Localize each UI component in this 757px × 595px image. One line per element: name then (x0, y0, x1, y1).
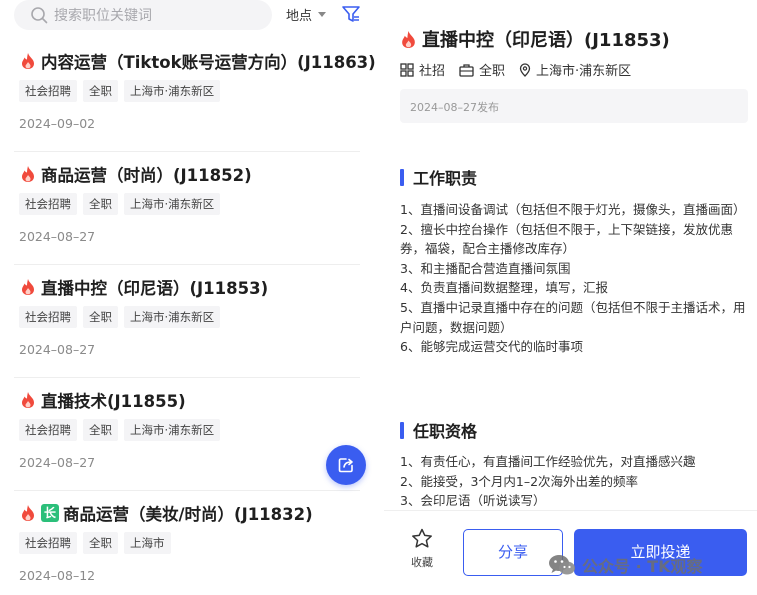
requirements-heading: 任职资格 (400, 418, 477, 442)
tag-job-type: 全职 (83, 419, 118, 441)
tag-job-type: 全职 (83, 80, 118, 102)
recruit-type: 社招 (419, 64, 446, 79)
filter-icon[interactable] (341, 4, 361, 24)
tag-job-type: 全职 (83, 306, 118, 328)
tag-location: 上海市·浦东新区 (124, 80, 221, 102)
duty-item: 4、负责直播间数据整理，填写，汇报 (400, 280, 608, 296)
job-title: 直播技术(J11855) (41, 392, 186, 411)
grid-icon (400, 62, 414, 77)
job-tags: 社会招聘 全职 上海市·浦东新区 (19, 80, 226, 102)
hot-flame-icon (22, 392, 34, 408)
tag-recruit-type: 社会招聘 (19, 532, 77, 554)
hot-flame-icon (22, 166, 34, 182)
job-date: 2024–08–27 (19, 455, 96, 470)
job-item[interactable]: 长 商品运营（美妆/时尚）(J11832) 社会招聘 全职 上海市 2024–0… (14, 492, 360, 595)
tag-job-type: 全职 (83, 532, 118, 554)
briefcase-icon (459, 63, 474, 77)
tag-recruit-type: 社会招聘 (19, 419, 77, 441)
job-item[interactable]: 内容运营（Tiktok账号运营方向）(J11863) 社会招聘 全职 上海市·浦… (14, 40, 376, 152)
hot-flame-icon (22, 505, 34, 521)
search-icon (31, 7, 48, 24)
tag-recruit-type: 社会招聘 (19, 80, 77, 102)
tag-location: 上海市·浦东新区 (124, 419, 221, 441)
share-fab-button[interactable] (326, 445, 366, 485)
requirement-item: 3、会印尼语（听说读写） (400, 493, 546, 509)
publish-date-box: 2024–08–27发布 (400, 89, 748, 123)
job-tags: 社会招聘 全职 上海市·浦东新区 (19, 306, 226, 328)
duty-item: 2、擅长中控台操作（包括但不限于，上下架链接，发放优惠券，福袋，配合主播修改库存… (400, 221, 733, 257)
requirement-item: 2、能接受，3个月内1–2次海外出差的频率 (400, 473, 639, 489)
requirements-list: 1、有责任心，有直播间工作经验优先，对直播感兴趣 2、能接受，3个月内1–2次海… (400, 452, 750, 511)
location-filter[interactable]: 地点 (286, 5, 327, 24)
section-accent-bar (400, 168, 404, 186)
favorite-label: 收藏 (411, 556, 433, 569)
duty-item: 3、和主播配合营造直播间氛围 (400, 260, 571, 276)
job-title: 直播中控（印尼语）(J11853) (41, 279, 269, 298)
tag-job-type: 全职 (83, 193, 118, 215)
duties-list: 1、直播间设备调试（包括但不限于灯光，摄像头，直播画面） 2、擅长中控台操作（包… (400, 200, 750, 357)
section-accent-bar (400, 421, 404, 439)
detail-meta: 社招 全职 上海市·浦东新区 (400, 60, 645, 79)
detail-title-row: 直播中控（印尼语）(J11853) (400, 26, 670, 52)
long-term-badge: 长 (41, 504, 59, 522)
share-icon (338, 458, 353, 473)
job-type: 全职 (479, 64, 506, 79)
favorite-button[interactable]: 收藏 (407, 528, 437, 570)
hot-flame-icon (22, 279, 34, 295)
job-item[interactable]: 直播中控（印尼语）(J11853) 社会招聘 全职 上海市·浦东新区 2024–… (14, 266, 360, 378)
job-tags: 社会招聘 全职 上海市·浦东新区 (19, 419, 226, 441)
tag-recruit-type: 社会招聘 (19, 193, 77, 215)
duty-item: 6、能够完成运营交代的临时事项 (400, 339, 583, 355)
job-date: 2024–08–12 (19, 568, 96, 583)
requirement-item: 1、有责任心，有直播间工作经验优先，对直播感兴趣 (400, 454, 696, 469)
tag-location: 上海市·浦东新区 (124, 306, 221, 328)
search-placeholder: 搜索职位关键词 (54, 8, 152, 24)
duties-heading: 工作职责 (400, 165, 477, 189)
star-icon (412, 528, 432, 548)
job-list-pane: 搜索职位关键词 地点 内容运营（Tiktok账号运营方向）(J11863) 社会… (0, 0, 376, 595)
hot-flame-icon (402, 30, 415, 48)
job-title: 商品运营（美妆/时尚）(J11832) (63, 505, 313, 524)
duty-item: 5、直播中记录直播中存在的问题（包括但不限于主播话术，用户问题，数据问题） (400, 299, 746, 335)
job-tags: 社会招聘 全职 上海市·浦东新区 (19, 193, 226, 215)
search-row: 搜索职位关键词 地点 (14, 0, 364, 30)
detail-title: 直播中控（印尼语）(J11853) (422, 30, 670, 51)
job-date: 2024–09–02 (19, 116, 96, 131)
chevron-down-icon (318, 12, 327, 17)
job-item[interactable]: 商品运营（时尚）(J11852) 社会招聘 全职 上海市·浦东新区 2024–0… (14, 153, 360, 265)
job-detail-pane: 直播中控（印尼语）(J11853) 社招 全职 上海市·浦东新区 2024–08… (384, 0, 757, 595)
hot-flame-icon (22, 53, 34, 69)
job-tags: 社会招聘 全职 上海市 (19, 532, 177, 554)
watermark: 公众号 · TK观察 (548, 553, 703, 577)
tag-recruit-type: 社会招聘 (19, 306, 77, 328)
wechat-icon (549, 555, 575, 575)
job-title: 商品运营（时尚）(J11852) (41, 166, 252, 185)
location: 上海市·浦东新区 (536, 64, 632, 79)
job-title: 内容运营（Tiktok账号运营方向）(J11863) (41, 53, 376, 72)
publish-date: 2024–08–27发布 (410, 101, 499, 114)
watermark-text: 公众号 · TK观察 (582, 557, 703, 576)
search-input[interactable]: 搜索职位关键词 (14, 0, 272, 30)
location-pin-icon (519, 62, 531, 77)
location-filter-label: 地点 (286, 9, 313, 24)
job-item[interactable]: 直播技术(J11855) 社会招聘 全职 上海市·浦东新区 2024–08–27 (14, 379, 360, 491)
job-date: 2024–08–27 (19, 342, 96, 357)
duty-item: 1、直播间设备调试（包括但不限于灯光，摄像头，直播画面） (400, 202, 746, 217)
job-date: 2024–08–27 (19, 229, 96, 244)
tag-location: 上海市·浦东新区 (124, 193, 221, 215)
tag-location: 上海市 (124, 532, 171, 554)
